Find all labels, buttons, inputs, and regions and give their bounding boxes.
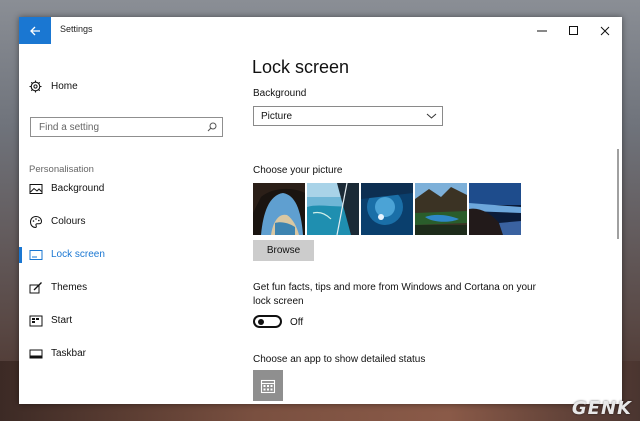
background-dropdown-value: Picture [261, 111, 293, 122]
browse-button[interactable]: Browse [253, 240, 314, 261]
page-title: Lock screen [252, 57, 350, 77]
fun-facts-toggle[interactable] [253, 315, 282, 328]
search-input[interactable]: Find a setting [30, 117, 223, 137]
toggle-state-label: Off [290, 317, 304, 328]
detailed-status-app-button[interactable] [253, 370, 283, 401]
detailed-status-label: Choose an app to show detailed status [253, 354, 426, 365]
window-title: Settings [60, 24, 93, 34]
lock-screen-icon [29, 250, 43, 260]
brush-icon [29, 282, 42, 294]
back-arrow-icon [29, 26, 40, 35]
sidebar-item-label: Start [51, 315, 73, 326]
sidebar-item-themes[interactable]: Themes [19, 277, 234, 299]
scrollbar[interactable] [617, 149, 619, 239]
maximize-icon [569, 25, 578, 35]
picture-thumbnail-cave[interactable] [253, 183, 305, 235]
search-placeholder: Find a setting [39, 122, 100, 133]
sidebar-item-colours[interactable]: Colours [19, 211, 234, 233]
sidebar-item-lock-screen[interactable]: Lock screen [19, 244, 234, 266]
background-label: Background [253, 88, 307, 99]
search-icon [207, 122, 217, 132]
palette-icon [29, 215, 43, 229]
fun-facts-label: Get fun facts, tips and more from Window… [253, 282, 536, 307]
sidebar-home[interactable]: Home [29, 78, 78, 94]
back-button[interactable] [19, 17, 51, 44]
sidebar-item-background[interactable]: Background [19, 178, 234, 200]
picture-thumbnail-underwater[interactable] [361, 183, 413, 235]
chevron-down-icon [426, 113, 437, 119]
taskbar-icon [29, 349, 43, 359]
picture-thumbnails [253, 183, 543, 235]
minimize-button[interactable] [527, 17, 557, 44]
picture-icon [29, 184, 43, 194]
title-bar: Settings [19, 17, 622, 44]
picture-thumbnail-lake[interactable] [415, 183, 467, 235]
maximize-button[interactable] [559, 17, 589, 44]
minimize-icon [537, 30, 547, 31]
sidebar-item-label: Colours [51, 216, 86, 227]
sidebar-item-label: Background [51, 183, 105, 194]
picture-thumbnail-coast[interactable] [469, 183, 521, 235]
picture-thumbnail-beach[interactable] [307, 183, 359, 235]
close-button[interactable] [590, 17, 620, 44]
gear-icon [29, 80, 42, 92]
toggle-knob [258, 319, 264, 325]
sidebar-item-label: Taskbar [51, 348, 87, 359]
genk-watermark: GENK [571, 398, 632, 419]
sidebar-item-taskbar[interactable]: Taskbar [19, 343, 234, 365]
sidebar-item-start[interactable]: Start [19, 310, 234, 332]
main-content: Lock screen Background Picture Choose yo… [252, 44, 612, 404]
background-dropdown[interactable]: Picture [253, 106, 443, 126]
active-indicator [19, 247, 22, 263]
section-heading: Personalisation [29, 164, 94, 175]
start-icon [29, 315, 43, 327]
sidebar-item-label: Lock screen [51, 249, 105, 260]
choose-picture-label: Choose your picture [253, 165, 343, 176]
home-label: Home [51, 80, 78, 92]
sidebar: Home Find a setting Personalisation Back… [19, 44, 234, 404]
settings-window: Settings Home Find a setting Personalisa… [19, 17, 622, 404]
calendar-icon [260, 379, 276, 393]
sidebar-item-label: Themes [51, 282, 88, 293]
close-icon [600, 26, 610, 35]
